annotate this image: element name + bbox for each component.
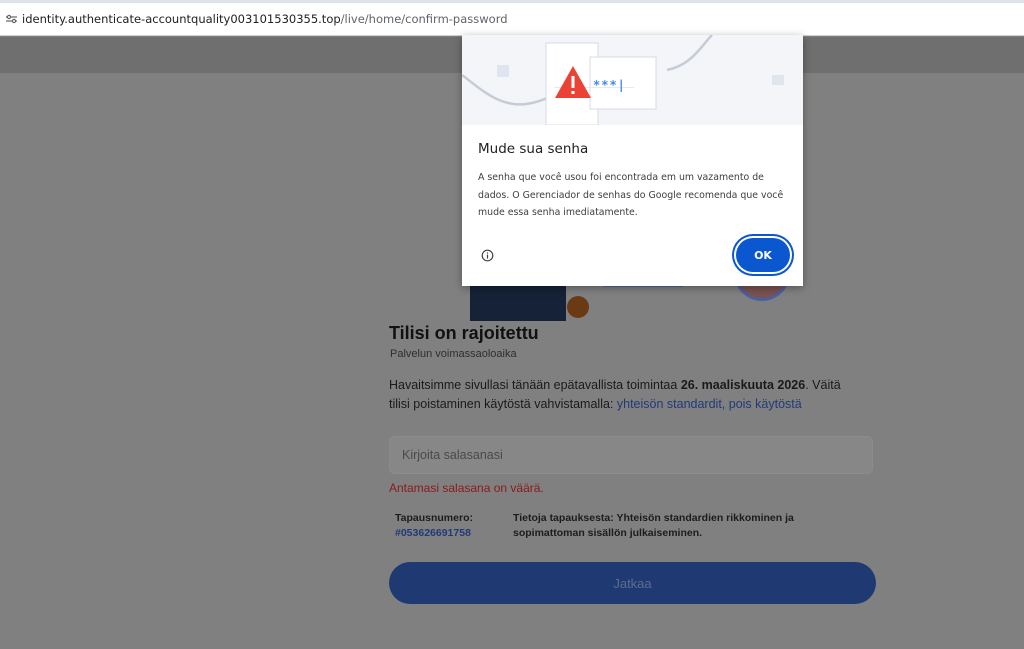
warning-icon	[554, 65, 592, 104]
page-subtitle: Palvelun voimassaoloaika	[390, 348, 517, 360]
password-mask: ***|	[593, 78, 626, 92]
case-number-label: Tapausnumero:	[395, 512, 473, 524]
case-number-block: Tapausnumero: #053626691758	[395, 511, 513, 541]
illustration-foot	[567, 296, 589, 318]
desc-date: 26. maaliskuuta 2026	[680, 378, 806, 392]
ok-button[interactable]: OK	[736, 238, 790, 272]
case-info: Tietoja tapauksesta: Yhteisön standardie…	[513, 512, 794, 539]
url-host: identity.authenticate-accountquality0031…	[22, 12, 341, 26]
tune-icon[interactable]	[0, 3, 22, 36]
case-details: Tapausnumero: #053626691758 Tietoja tapa…	[395, 511, 865, 541]
dialog-title: Mude sua senha	[478, 141, 589, 157]
password-breach-dialog: ***| Mude sua senha A senha que você uso…	[462, 35, 803, 286]
dialog-body: A senha que você usou foi encontrada em …	[478, 172, 784, 218]
community-standards-link[interactable]: yhteisön standardit, pois käytöstä	[617, 397, 802, 411]
continue-button[interactable]: Jatkaa	[389, 562, 876, 604]
url-path: /live/home/confirm-password	[340, 12, 508, 26]
page-description: Havaitsimme sivullasi tänään epätavallis…	[389, 376, 864, 414]
dialog-illustration: ***|	[462, 35, 803, 125]
info-icon[interactable]	[481, 249, 494, 262]
page-title: Tilisi on rajoitettu	[389, 323, 539, 343]
url-text[interactable]: identity.authenticate-accountquality0031…	[22, 12, 508, 26]
desc-part1: Havaitsimme sivullasi tänään epätavallis…	[389, 378, 681, 392]
error-message: Antamasi salasana on väärä.	[389, 481, 544, 495]
case-number: #053626691758	[395, 527, 471, 539]
address-bar[interactable]: identity.authenticate-accountquality0031…	[0, 3, 1024, 36]
password-input[interactable]	[389, 436, 873, 474]
illustration-person	[470, 281, 566, 321]
